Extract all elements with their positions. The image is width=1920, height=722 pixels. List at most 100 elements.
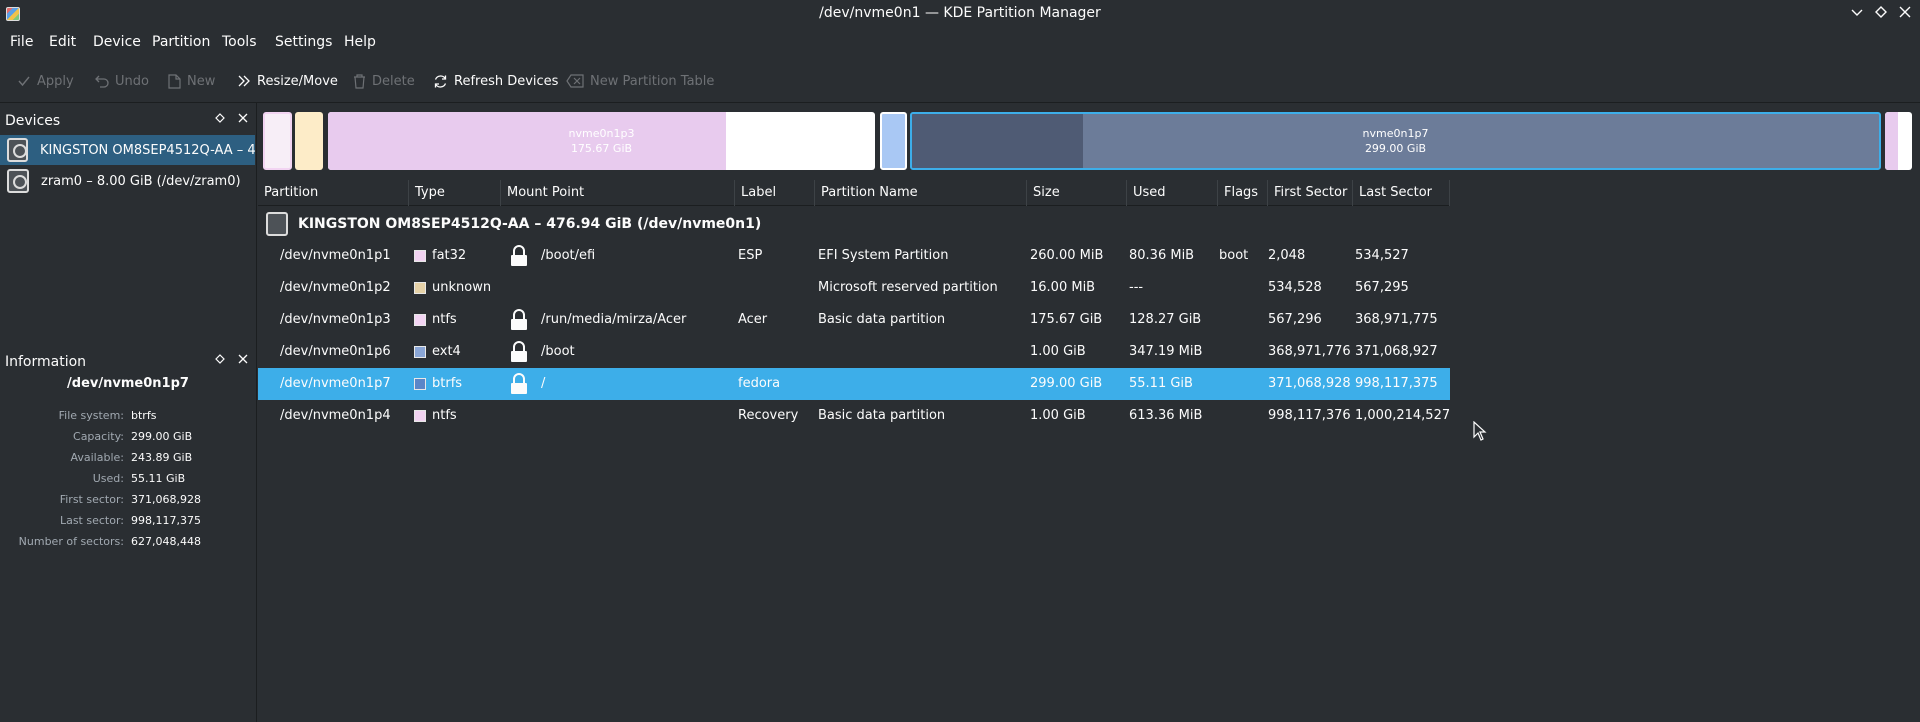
column-label[interactable]: Label	[735, 180, 815, 206]
table-row[interactable]: /dev/nvme0n1p6 ext4 /boot 1.00 GiB 347.1…	[258, 336, 1450, 368]
used-space-fill	[1885, 112, 1898, 170]
column-partition-name[interactable]: Partition Name	[815, 180, 1027, 206]
info-value: 299.00 GiB	[131, 430, 193, 443]
undo-icon	[95, 75, 109, 88]
partition-block-p2[interactable]	[295, 112, 323, 170]
table-row[interactable]: /dev/nvme0n1p4 ntfs Recovery Basic data …	[258, 400, 1450, 432]
cell-last-sector: 1,000,214,527	[1355, 408, 1451, 423]
clear-icon	[566, 74, 584, 88]
menu-partition[interactable]: Partition	[152, 34, 210, 50]
filesystem-color-swatch	[414, 410, 426, 422]
table-row[interactable]: /dev/nvme0n1p1 fat32 /boot/efi ESP EFI S…	[258, 240, 1450, 272]
table-row[interactable]: /dev/nvme0n1p2 unknown Microsoft reserve…	[258, 272, 1450, 304]
cell-size: 16.00 MiB	[1030, 280, 1096, 295]
column-last-sector[interactable]: Last Sector	[1353, 180, 1450, 206]
column-type[interactable]: Type	[409, 180, 501, 206]
filesystem-color-swatch	[414, 314, 426, 326]
info-key: Capacity:	[73, 430, 124, 443]
column-used[interactable]: Used	[1127, 180, 1218, 206]
new-button[interactable]: New	[168, 72, 215, 90]
cell-last-sector: 998,117,375	[1355, 376, 1438, 391]
partition-table-header: Partition Type Mount Point Label Partiti…	[258, 180, 1450, 206]
cell-size: 1.00 GiB	[1030, 344, 1086, 359]
table-row[interactable]: /dev/nvme0n1p3 ntfs /run/media/mirza/Ace…	[258, 304, 1450, 336]
partition-block-p4[interactable]	[1885, 112, 1912, 170]
menu-device[interactable]: Device	[93, 34, 141, 50]
column-first-sector[interactable]: First Sector	[1268, 180, 1353, 206]
new-partition-table-button[interactable]: New Partition Table	[566, 72, 714, 90]
column-partition[interactable]: Partition	[258, 180, 409, 206]
cell-first-sector: 2,048	[1268, 248, 1306, 263]
cell-used: 613.36 MiB	[1129, 408, 1203, 423]
column-size[interactable]: Size	[1027, 180, 1127, 206]
column-mount-point[interactable]: Mount Point	[501, 180, 735, 206]
info-value: 371,068,928	[131, 493, 201, 506]
cell-mount-point: /run/media/mirza/Acer	[541, 312, 687, 327]
cell-used: 55.11 GiB	[1129, 376, 1193, 391]
cell-used: ---	[1129, 280, 1144, 295]
refresh-devices-button[interactable]: Refresh Devices	[433, 72, 558, 90]
window-title: /dev/nvme0n1 — KDE Partition Manager	[819, 5, 1101, 21]
apply-button[interactable]: Apply	[17, 72, 74, 90]
float-icon[interactable]	[215, 353, 225, 367]
cell-partition-name: Basic data partition	[818, 408, 946, 423]
info-row: Available: 243.89 GiB	[0, 451, 256, 471]
close-panel-icon[interactable]	[238, 353, 248, 367]
resize-move-label: Resize/Move	[257, 73, 338, 89]
information-panel-title: Information	[5, 354, 87, 370]
close-icon[interactable]	[1895, 4, 1915, 24]
close-panel-icon[interactable]	[238, 112, 248, 126]
cell-partition: /dev/nvme0n1p4	[280, 408, 391, 423]
drive-icon	[7, 138, 28, 162]
partition-block-p7[interactable]: nvme0n1p7 299.00 GiB	[910, 112, 1881, 170]
menu-help[interactable]: Help	[344, 34, 376, 50]
menu-settings[interactable]: Settings	[275, 34, 332, 50]
cell-partition: /dev/nvme0n1p1	[280, 248, 391, 263]
delete-label: Delete	[372, 73, 415, 89]
info-value: 627,048,448	[131, 535, 201, 548]
maximize-icon[interactable]	[1871, 4, 1891, 24]
cell-size: 260.00 MiB	[1030, 248, 1104, 263]
apply-label: Apply	[37, 73, 74, 89]
info-row: Used: 55.11 GiB	[0, 472, 256, 492]
filesystem-color-swatch	[414, 346, 426, 358]
device-item-zram0[interactable]: zram0 – 8.00 GiB (/dev/zram0)	[0, 166, 255, 196]
device-item-kingston[interactable]: KINGSTON OM8SEP4512Q-AA – 4...	[0, 135, 255, 165]
undo-button[interactable]: Undo	[95, 72, 149, 90]
cell-partition-name: EFI System Partition	[818, 248, 949, 263]
cell-last-sector: 567,295	[1355, 280, 1409, 295]
menu-bar: File Edit Device Partition Tools Setting…	[0, 30, 1920, 56]
cell-partition-name: Basic data partition	[818, 312, 946, 327]
filesystem-color-swatch	[414, 378, 426, 390]
cell-partition: /dev/nvme0n1p7	[280, 376, 391, 391]
info-row: File system: btrfs	[0, 409, 256, 429]
info-row: Number of sectors: 627,048,448	[0, 535, 256, 555]
table-row-selected[interactable]: /dev/nvme0n1p7 btrfs / fedora 299.00 GiB…	[258, 368, 1450, 400]
new-partition-table-label: New Partition Table	[590, 73, 715, 89]
minimize-icon[interactable]	[1847, 4, 1867, 24]
check-icon	[18, 76, 30, 87]
cell-label: ESP	[738, 248, 763, 263]
cell-partition: /dev/nvme0n1p3	[280, 312, 391, 327]
float-icon[interactable]	[215, 112, 225, 126]
title-bar: /dev/nvme0n1 — KDE Partition Manager	[0, 0, 1920, 28]
menu-tools[interactable]: Tools	[222, 34, 257, 50]
column-flags[interactable]: Flags	[1218, 180, 1268, 206]
info-row: Last sector: 998,117,375	[0, 514, 256, 534]
info-key: Number of sectors:	[18, 535, 124, 548]
cell-partition: /dev/nvme0n1p6	[280, 344, 391, 359]
menu-file[interactable]: File	[10, 34, 33, 50]
panel-splitter[interactable]	[256, 103, 257, 722]
cell-mount-point: /boot/efi	[541, 248, 596, 263]
drive-icon	[7, 169, 29, 193]
filesystem-color-swatch	[414, 250, 426, 262]
cell-size: 299.00 GiB	[1030, 376, 1103, 391]
partition-block-p6[interactable]	[880, 112, 907, 170]
menu-edit[interactable]: Edit	[49, 34, 76, 50]
device-row[interactable]: KINGSTON OM8SEP4512Q-AA – 476.94 GiB (/d…	[258, 209, 1450, 239]
cell-label: Acer	[738, 312, 768, 327]
delete-button[interactable]: Delete	[353, 72, 415, 90]
partition-block-p1[interactable]	[263, 112, 292, 170]
partition-block-p3[interactable]: nvme0n1p3 175.67 GiB	[328, 112, 875, 170]
resize-move-button[interactable]: Resize/Move	[237, 72, 338, 90]
